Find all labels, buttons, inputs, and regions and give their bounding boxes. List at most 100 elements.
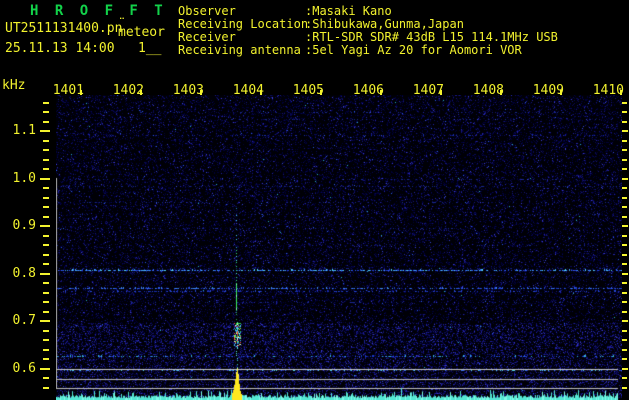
info-label-observer: Observer <box>178 4 236 18</box>
time-tick-mark <box>200 90 202 95</box>
time-tick-mark <box>320 90 322 95</box>
hrofft-window: H R O F F T UT2511131400.pn ¨ meteor 25.… <box>0 0 629 400</box>
freq-tick-mark-left <box>43 244 49 246</box>
freq-tick-mark-right <box>622 215 627 218</box>
echo-counter: 1__ <box>138 41 162 56</box>
freq-axis-unit-label: kHz <box>2 78 26 93</box>
freq-tick-mark-right <box>622 263 627 265</box>
time-tick-label: 1404 <box>232 83 264 98</box>
info-value-antenna: :5el Yagi Az 20 for Aomori VOR <box>305 43 522 57</box>
freq-tick-mark-right <box>622 301 627 303</box>
freq-tick-mark-right <box>622 177 628 180</box>
time-tick-mark <box>500 90 502 95</box>
info-value-observer: :Masaki Kano <box>305 4 392 18</box>
freq-tick-mark-right <box>622 358 627 360</box>
output-filename: UT2511131400.pn <box>5 21 123 36</box>
freq-tick-mark-right <box>622 272 628 275</box>
spectrogram-canvas <box>56 95 622 400</box>
freq-tick-mark-right <box>622 310 627 313</box>
freq-tick-mark-right <box>622 158 627 161</box>
freq-tick-mark-left <box>43 158 49 161</box>
freq-tick-mark-right <box>622 367 628 370</box>
freq-tick-mark-left <box>43 282 49 284</box>
freq-tick-mark-right <box>622 187 627 189</box>
freq-tick-mark-right <box>622 225 628 227</box>
info-value-location: :Shibukawa,Gunma,Japan <box>305 17 464 31</box>
time-tick-mark <box>380 90 382 95</box>
freq-tick-mark-right <box>622 196 627 199</box>
freq-tick-mark-left <box>43 149 49 151</box>
freq-tick-mark-left <box>40 177 50 180</box>
freq-tick-mark-right <box>622 244 627 246</box>
time-tick-mark <box>260 90 262 95</box>
freq-tick-mark-left <box>43 301 49 303</box>
info-label-antenna: Receiving antenna <box>178 43 301 57</box>
time-tick-label: 1409 <box>532 83 564 98</box>
freq-tick-label: 0.6 <box>12 360 36 376</box>
freq-tick-mark-left <box>43 206 49 208</box>
freq-tick-mark-left <box>43 196 49 199</box>
time-tick-label: 1406 <box>352 83 384 98</box>
freq-tick-mark-right <box>622 386 627 389</box>
time-tick-mark <box>80 90 82 95</box>
freq-tick-mark-right <box>622 130 628 132</box>
freq-tick-mark-right <box>622 329 627 332</box>
freq-tick-mark-left <box>43 168 49 170</box>
time-tick-mark <box>440 90 442 95</box>
freq-tick-mark-right <box>622 111 627 113</box>
freq-tick-mark-left <box>43 339 49 341</box>
freq-tick-label: 0.8 <box>12 265 36 281</box>
freq-tick-label: 0.9 <box>12 218 36 233</box>
freq-tick-label: 0.7 <box>12 313 36 328</box>
freq-tick-mark-left <box>43 386 49 389</box>
freq-tick-mark-right <box>622 253 627 256</box>
freq-tick-mark-left <box>43 111 49 113</box>
time-tick-label: 1403 <box>172 83 204 98</box>
freq-tick-mark-left <box>43 377 49 379</box>
freq-tick-mark-left <box>43 291 49 294</box>
time-tick-mark <box>560 90 562 95</box>
freq-tick-mark-left <box>43 139 49 142</box>
freq-tick-mark-left <box>40 225 50 227</box>
freq-tick-mark-right <box>622 291 627 294</box>
freq-tick-mark-right <box>622 320 628 322</box>
freq-tick-mark-right <box>622 206 627 208</box>
freq-tick-mark-left <box>43 329 49 332</box>
freq-tick-mark-left <box>40 130 50 132</box>
freq-tick-mark-left <box>43 358 49 360</box>
time-tick-label: 1408 <box>472 83 504 98</box>
observation-datetime: 25.11.13 14:00 <box>5 41 115 56</box>
time-tick-label: 1407 <box>412 83 444 98</box>
info-label-location: Receiving Location <box>178 17 309 31</box>
time-tick-mark <box>140 90 142 95</box>
freq-tick-mark-left <box>40 367 50 370</box>
time-tick-label: 1410 <box>592 83 624 98</box>
info-label-receiver: Receiver <box>178 30 236 44</box>
freq-tick-mark-right <box>622 149 627 151</box>
time-tick-label: 1405 <box>292 83 324 98</box>
app-title: H R O F F T <box>30 3 167 19</box>
mode-label: meteor <box>118 25 165 40</box>
freq-tick-label: 1.0 <box>12 170 36 186</box>
freq-tick-mark-right <box>622 120 627 123</box>
freq-tick-mark-right <box>622 168 627 170</box>
freq-tick-mark-right <box>622 139 627 142</box>
freq-tick-mark-right <box>622 101 627 104</box>
freq-tick-mark-left <box>43 120 49 123</box>
freq-tick-mark-left <box>43 215 49 218</box>
freq-tick-mark-right <box>622 339 627 341</box>
freq-tick-mark-left <box>43 348 49 351</box>
info-value-receiver: :RTL-SDR SDR# 43dB L15 114.1MHz USB <box>305 30 558 44</box>
freq-tick-mark-left <box>43 234 49 237</box>
freq-tick-mark-left <box>40 272 50 275</box>
freq-tick-mark-left <box>43 101 49 104</box>
time-tick-label: 1401 <box>52 83 84 98</box>
freq-tick-mark-right <box>622 234 627 237</box>
freq-tick-mark-left <box>43 263 49 265</box>
freq-tick-mark-left <box>40 320 50 322</box>
freq-tick-mark-left <box>43 310 49 313</box>
freq-tick-mark-right <box>622 282 627 284</box>
freq-tick-mark-left <box>43 187 49 189</box>
freq-tick-mark-left <box>43 253 49 256</box>
freq-tick-mark-right <box>622 348 627 351</box>
